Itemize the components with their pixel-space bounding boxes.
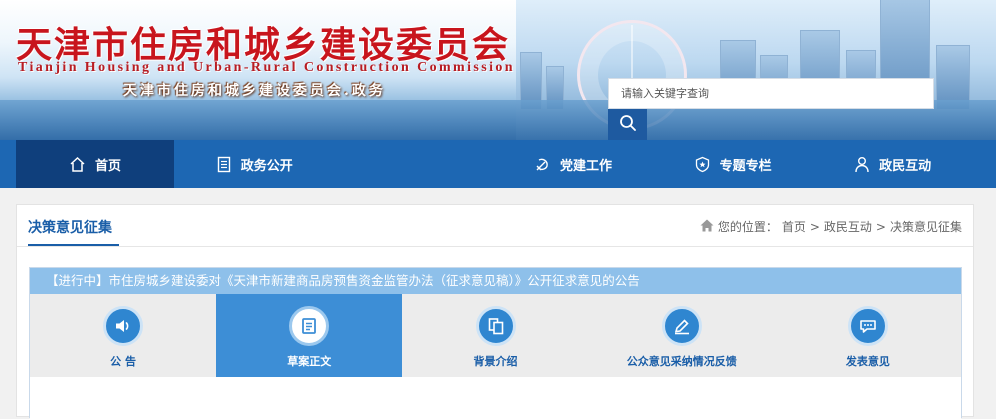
section-divider: [17, 246, 973, 247]
notice-heading: 【进行中】市住房城乡建设委对《天津市新建商品房预售资金监管办法（征求意见稿）》公…: [30, 268, 961, 294]
nav-item-home[interactable]: 首页: [16, 140, 174, 188]
chat-icon: [847, 306, 888, 346]
nav-item-label: 政务公开: [240, 158, 293, 174]
search-input[interactable]: [609, 79, 933, 108]
party-emblem-icon: [534, 155, 552, 173]
tab-label: 公众意见采纳情况反馈: [626, 355, 737, 368]
header-banner: 天津市住房和城乡建设委员会 Tianjin Housing and Urban-…: [0, 0, 996, 140]
nav-item-special-topics[interactable]: 专题专栏: [653, 140, 813, 188]
tab-background[interactable]: 背景介绍: [402, 294, 588, 377]
search-box: [608, 78, 934, 109]
search-icon: [619, 114, 637, 136]
content-area: 决策意见征集 您的位置： 首页 > 政民互动 > 决策意见征集 【进行中】市住房…: [16, 204, 974, 419]
nav-item-blurred[interactable]: [334, 140, 494, 188]
tab-label: 草案正文: [287, 355, 332, 368]
breadcrumb-link-interaction[interactable]: 政民互动: [824, 218, 872, 235]
person-icon: [853, 155, 871, 173]
tab-label: 背景介绍: [473, 355, 518, 368]
nav-item-label: 党建工作: [559, 158, 612, 174]
nav-item-government-affairs[interactable]: 政务公开: [174, 140, 334, 188]
site-title-en: Tianjin Housing and Urban-Rural Construc…: [18, 60, 515, 75]
speaker-icon: [103, 306, 144, 346]
nav-item-public-interaction[interactable]: 政民互动: [812, 140, 972, 188]
notice-tabs: 公 告 草案正文 背景介绍 公众意见采纳情况反馈 发表意见: [30, 294, 961, 377]
main-nav: 首页 政务公开 党建工作 专题专栏 政民互动: [0, 140, 996, 188]
notice-panel: 【进行中】市住房城乡建设委对《天津市新建商品房预售资金监管办法（征求意见稿）》公…: [29, 267, 962, 419]
nav-item-label: 专题专栏: [719, 158, 772, 174]
tab-label: 公 告: [110, 355, 137, 368]
nav-item-label: 政民互动: [879, 158, 932, 174]
search-button[interactable]: [608, 109, 647, 140]
breadcrumb-link-current[interactable]: 决策意见征集: [890, 218, 962, 235]
section-title: 决策意见征集: [28, 220, 112, 236]
breadcrumb-separator: >: [809, 219, 820, 234]
tab-feedback[interactable]: 公众意见采纳情况反馈: [589, 294, 775, 377]
breadcrumb: 您的位置： 首页 > 政民互动 > 决策意见征集: [700, 218, 962, 235]
copy-icon: [475, 306, 516, 346]
star-badge-icon: [694, 155, 712, 173]
breadcrumb-separator: >: [875, 219, 886, 234]
breadcrumb-link-home[interactable]: 首页: [782, 218, 806, 235]
site-subtitle: 天津市住房和城乡建设委员会.政务: [123, 83, 386, 99]
home-icon: [700, 219, 714, 235]
edit-icon: [661, 306, 702, 346]
tab-draft-text[interactable]: 草案正文: [216, 294, 403, 377]
notice-body: [30, 377, 961, 419]
breadcrumb-prefix: 您的位置：: [717, 220, 778, 234]
tab-label: 发表意见: [845, 355, 890, 368]
home-icon: [69, 155, 87, 173]
document-icon: [215, 155, 233, 173]
nav-item-party-building[interactable]: 党建工作: [493, 140, 653, 188]
tab-submit-opinion[interactable]: 发表意见: [775, 294, 961, 377]
document-icon: [289, 306, 330, 346]
nav-item-label: 首页: [94, 158, 121, 174]
tab-announcement[interactable]: 公 告: [30, 294, 216, 377]
